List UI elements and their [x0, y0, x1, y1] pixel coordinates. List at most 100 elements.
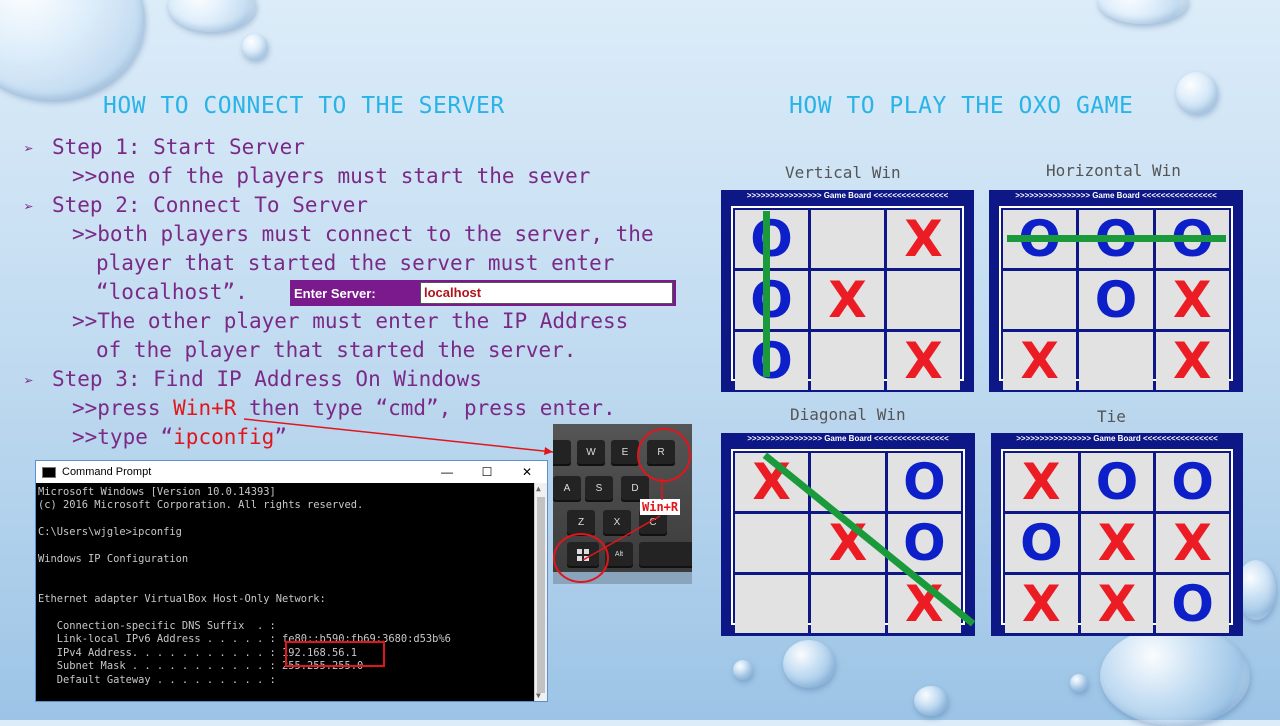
board-cell[interactable]: O	[887, 453, 961, 511]
arrow-bullet-icon: ➢	[24, 371, 34, 390]
board-header: >>>>>>>>>>>>>>>> Game Board <<<<<<<<<<<<…	[1015, 191, 1217, 200]
water-drop-decoration	[1100, 626, 1250, 726]
water-drop-decoration	[733, 660, 753, 680]
scroll-down-icon[interactable]: ▼	[536, 691, 541, 700]
press-text: >>press	[72, 396, 174, 420]
board-cell[interactable]: O	[1156, 453, 1229, 511]
enter-server-label: Enter Server:	[294, 285, 376, 301]
game-board-tie: >>>>>>>>>>>>>>>> Game Board <<<<<<<<<<<<…	[991, 433, 1243, 636]
board-cell[interactable]: O	[1079, 271, 1153, 329]
board-cell[interactable]	[1003, 271, 1077, 329]
connect-heading: HOW TO CONNECT TO THE SERVER	[103, 93, 505, 119]
board-label-vertical: Vertical Win	[785, 163, 901, 182]
board-cell[interactable]: X	[887, 210, 960, 268]
water-drop-decoration	[1098, 0, 1188, 24]
board-cell[interactable]: O	[1080, 453, 1154, 511]
board-cell[interactable]: X	[811, 271, 884, 329]
key-blank	[553, 440, 571, 466]
board-grid: XOXOX	[731, 449, 965, 633]
water-drop-decoration	[1070, 674, 1088, 692]
board-cell[interactable]: X	[1155, 332, 1229, 390]
board-cell[interactable]: X	[1080, 575, 1154, 633]
r-key-highlight	[637, 428, 691, 482]
scroll-up-icon[interactable]: ▲	[536, 484, 541, 493]
key-w: W	[577, 440, 605, 466]
scrollbar-thumb[interactable]	[537, 497, 545, 693]
board-cell[interactable]: X	[1003, 332, 1077, 390]
vertical-win-line	[763, 211, 770, 377]
board-cell[interactable]: X	[1005, 453, 1078, 511]
arrow-bullet-icon: ➢	[24, 197, 34, 216]
game-board-horizontal: >>>>>>>>>>>>>>>> Game Board <<<<<<<<<<<<…	[989, 190, 1243, 392]
water-drop-decoration	[1176, 72, 1218, 114]
game-board-diagonal: >>>>>>>>>>>>>>>> Game Board <<<<<<<<<<<<…	[721, 433, 975, 636]
board-cell[interactable]: X	[1155, 271, 1229, 329]
board-grid: OOOOXXX	[999, 206, 1233, 390]
game-board-vertical: >>>>>>>>>>>>>>>> Game Board <<<<<<<<<<<<…	[721, 190, 974, 392]
play-heading: HOW TO PLAY THE OXO GAME	[789, 93, 1134, 119]
key-alt: Alt	[605, 542, 633, 568]
maximize-icon[interactable]: ☐	[467, 465, 507, 479]
ipv4-highlight-box	[285, 641, 385, 667]
water-drop-decoration	[783, 640, 835, 688]
board-cell[interactable]	[735, 514, 809, 572]
scrollbar[interactable]: ▲ ▼	[534, 483, 547, 701]
board-header: >>>>>>>>>>>>>>>> Game Board <<<<<<<<<<<<…	[747, 434, 949, 443]
step-3-press-line: >>press Win+R then type “cmd”, press ent…	[24, 394, 654, 423]
step-1-text: Step 1: Start Server	[52, 135, 305, 159]
board-cell[interactable]: X	[1156, 514, 1229, 572]
key-e: E	[611, 440, 639, 466]
step-2-detail-line: player that started the server must ente…	[96, 251, 615, 275]
board-cell[interactable]	[811, 210, 884, 268]
step-2-detail-line: >>The other player must enter the IP Add…	[72, 309, 629, 333]
command-prompt-title: Command Prompt	[62, 466, 152, 478]
board-cell[interactable]: O	[735, 332, 808, 390]
board-cell[interactable]: O	[1005, 514, 1078, 572]
step-2-detail-line: of the player that started the server.	[96, 338, 577, 362]
key-x: X	[603, 510, 631, 536]
board-cell[interactable]	[735, 575, 809, 633]
press-text-post: then type “cmd”, press enter.	[236, 396, 616, 420]
step-2-detail-line: >>both players must connect to the serve…	[72, 222, 654, 246]
step-1: ➢ Step 1: Start Server	[24, 133, 654, 162]
window-controls: — ☐ ✕	[427, 465, 547, 479]
board-cell[interactable]: O	[735, 271, 808, 329]
board-cell[interactable]: X	[1080, 514, 1154, 572]
key-a: A	[553, 476, 581, 502]
water-drop-decoration	[0, 0, 145, 100]
board-label-diagonal: Diagonal Win	[790, 405, 906, 424]
water-drop-decoration	[914, 686, 948, 716]
step-3: ➢ Step 3: Find IP Address On Windows	[24, 365, 654, 394]
command-prompt-titlebar: Command Prompt — ☐ ✕	[36, 461, 547, 483]
type-text-post: ”	[274, 425, 287, 449]
minimize-icon[interactable]: —	[427, 465, 467, 479]
step-1-detail: >>one of the players must start the seve…	[72, 164, 591, 188]
board-cell[interactable]	[1079, 332, 1153, 390]
board-cell[interactable]: X	[1005, 575, 1078, 633]
cmd-icon	[42, 466, 56, 478]
board-cell[interactable]: X	[887, 332, 960, 390]
arrow-bullet-icon: ➢	[24, 139, 34, 158]
board-cell[interactable]	[887, 271, 960, 329]
enter-server-bar: Enter Server: localhost	[290, 280, 676, 306]
board-header: >>>>>>>>>>>>>>>> Game Board <<<<<<<<<<<<…	[746, 191, 949, 200]
step-2-text: Step 2: Connect To Server	[52, 193, 369, 217]
windows-key-highlight	[553, 533, 609, 583]
board-label-tie: Tie	[1097, 407, 1126, 426]
close-icon[interactable]: ✕	[507, 465, 547, 479]
water-drop-decoration	[168, 0, 256, 32]
enter-server-input[interactable]: localhost	[420, 282, 673, 304]
key-s: S	[585, 476, 613, 502]
board-cell[interactable]	[811, 332, 884, 390]
key-space	[639, 542, 692, 568]
type-text: >>type “	[72, 425, 174, 449]
board-cell[interactable]: O	[1156, 575, 1229, 633]
board-label-horizontal: Horizontal Win	[1046, 161, 1181, 180]
step-2: ➢ Step 2: Connect To Server	[24, 191, 654, 220]
board-header: >>>>>>>>>>>>>>>> Game Board <<<<<<<<<<<<…	[1016, 434, 1218, 443]
board-cell[interactable]	[811, 575, 885, 633]
horizontal-win-line	[1007, 235, 1226, 242]
board-cell[interactable]: O	[735, 210, 808, 268]
win-r-key-text: Win+R	[173, 396, 237, 420]
step-3-text: Step 3: Find IP Address On Windows	[52, 367, 482, 391]
